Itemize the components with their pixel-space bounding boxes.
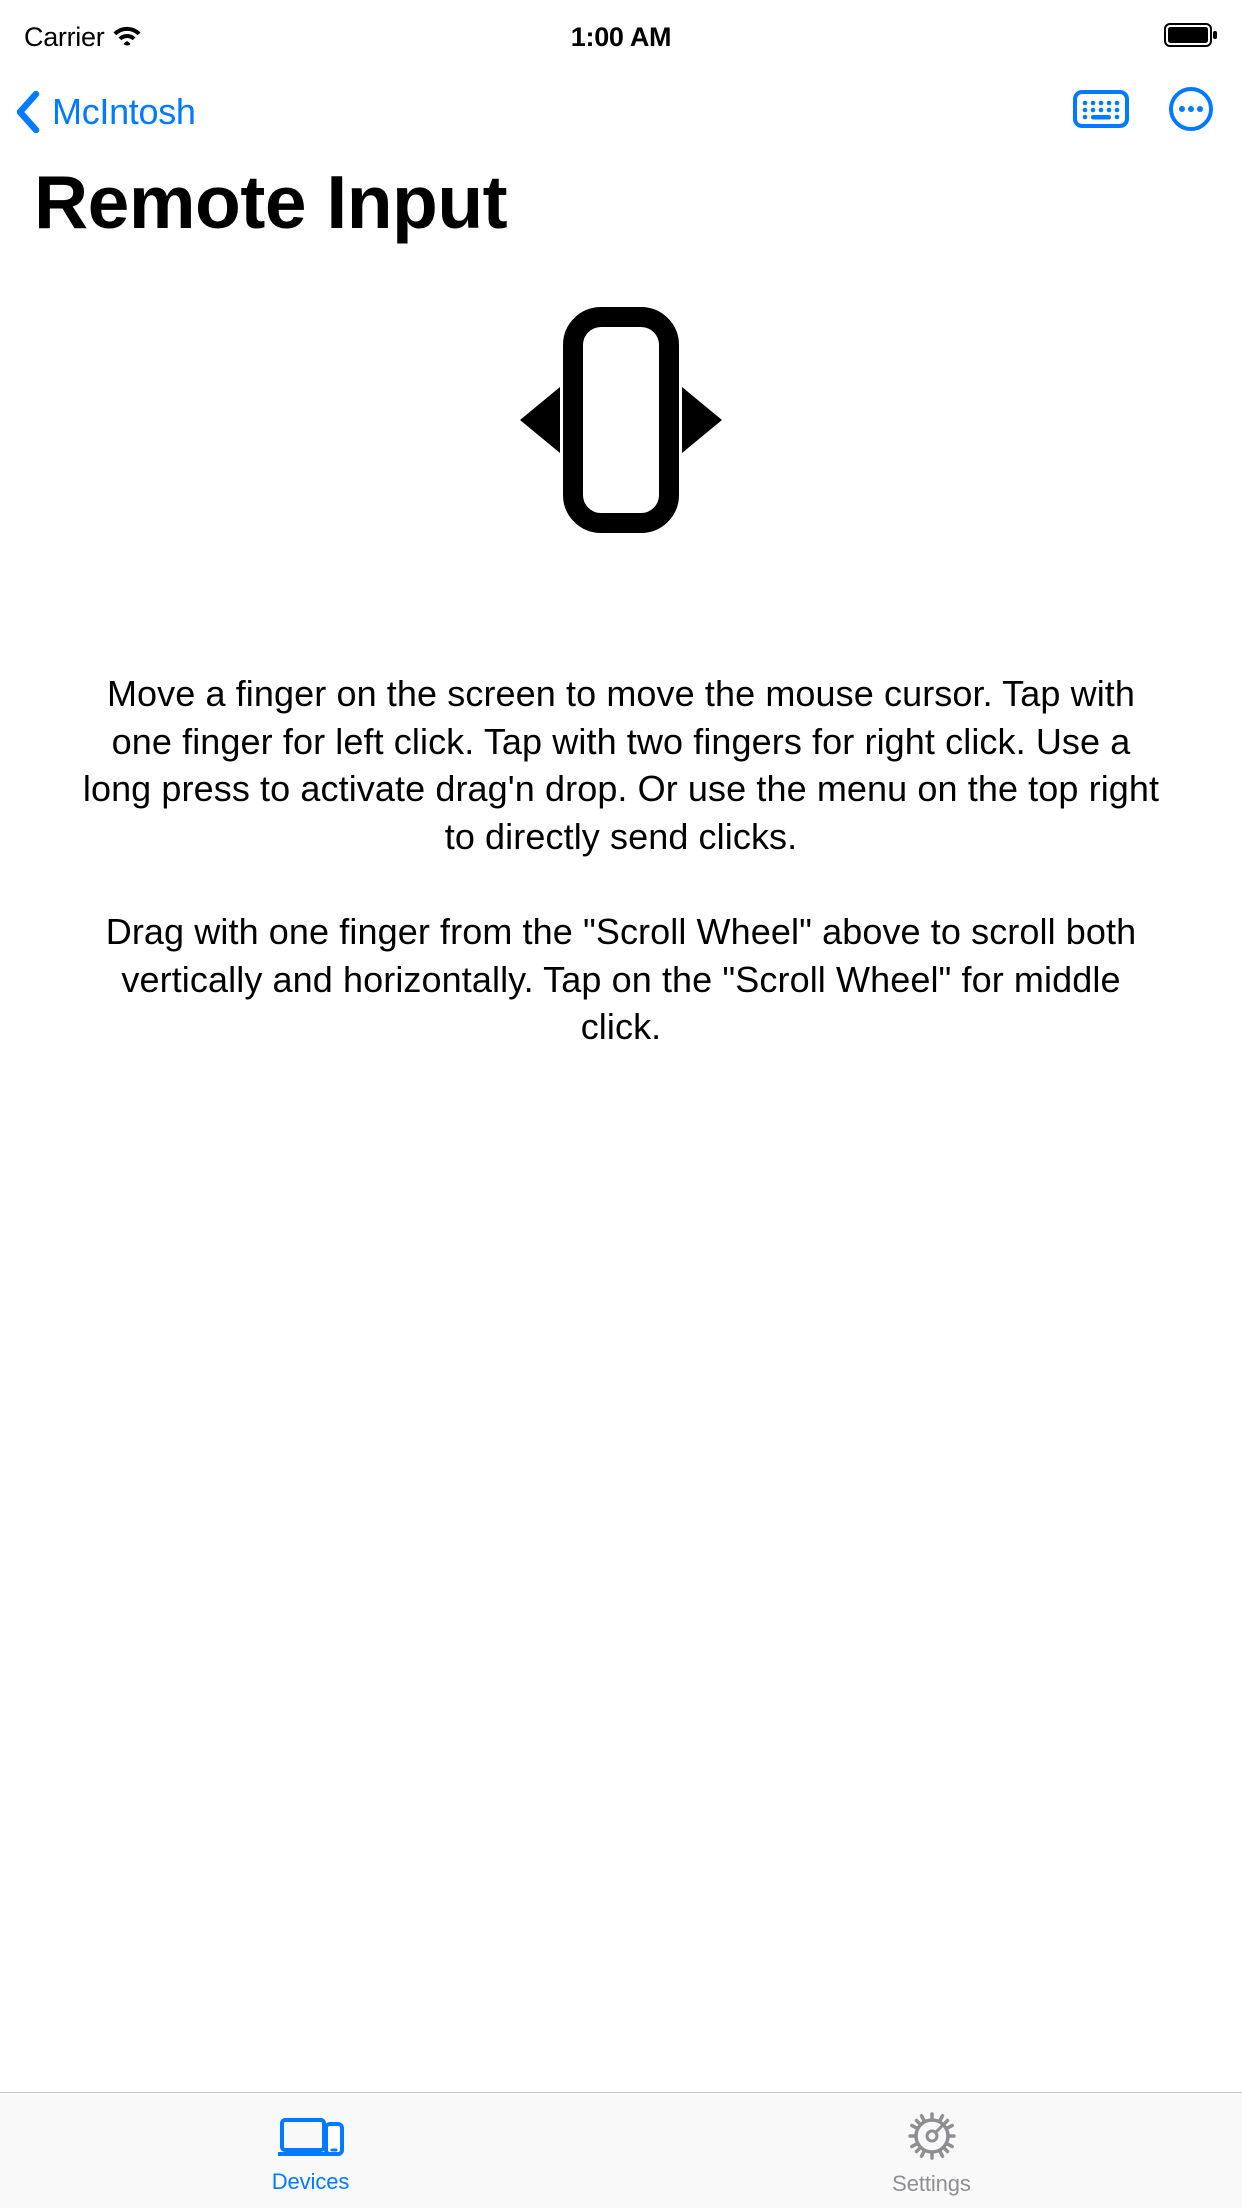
instruction-p2: Drag with one finger from the "Scroll Wh…	[80, 908, 1162, 1051]
trackpad-area[interactable]: Move a finger on the screen to move the …	[0, 245, 1242, 2208]
more-icon	[1168, 86, 1214, 137]
instruction-p1: Move a finger on the screen to move the …	[80, 670, 1162, 860]
scroll-wheel[interactable]	[506, 295, 736, 620]
back-label: McIntosh	[52, 91, 196, 133]
battery-icon	[1164, 23, 1218, 52]
devices-icon	[278, 2114, 344, 2163]
keyboard-icon	[1072, 89, 1130, 134]
tab-devices-label: Devices	[272, 2169, 350, 2195]
back-button[interactable]: McIntosh	[14, 90, 196, 134]
page-title: Remote Input	[0, 147, 1242, 245]
instructions: Move a finger on the screen to move the …	[80, 670, 1162, 1051]
status-bar: Carrier 1:00 AM	[0, 8, 1242, 66]
tab-settings[interactable]: Settings	[621, 2093, 1242, 2208]
status-right	[1164, 23, 1218, 52]
tab-devices[interactable]: Devices	[0, 2093, 621, 2208]
more-menu-button[interactable]	[1168, 86, 1214, 137]
status-left: Carrier	[24, 22, 142, 53]
carrier-label: Carrier	[24, 22, 104, 53]
nav-bar: McIntosh	[0, 76, 1242, 147]
tab-bar: Devices	[0, 2092, 1242, 2208]
gear-icon	[908, 2112, 956, 2165]
keyboard-button[interactable]	[1072, 89, 1130, 134]
wifi-icon	[112, 22, 142, 53]
chevron-left-icon	[14, 90, 42, 134]
scroll-wheel-icon	[506, 305, 736, 540]
tab-settings-label: Settings	[892, 2171, 971, 2197]
nav-right	[1072, 86, 1214, 137]
status-time: 1:00 AM	[571, 22, 671, 53]
